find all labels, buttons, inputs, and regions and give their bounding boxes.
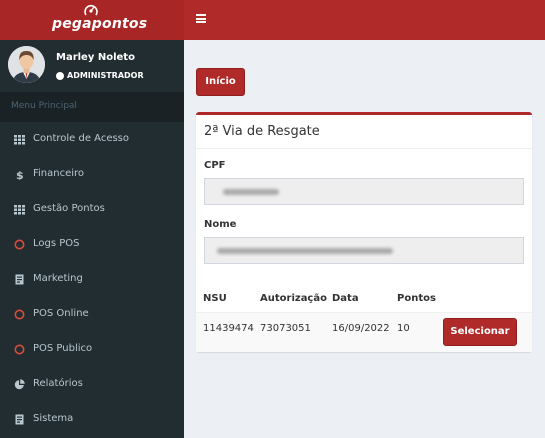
grid-icon [14, 135, 25, 145]
select-button[interactable]: Selecionar [443, 318, 517, 346]
logo-icon [84, 4, 98, 16]
resgate-box: 2ª Via de Resgate CPF Nome NSU Autorizaç… [196, 112, 532, 352]
circle-outline-icon [14, 309, 25, 320]
cell-pontos: 10 [397, 323, 410, 334]
sidebar-item-pos-publico[interactable]: POS Publico [0, 332, 184, 367]
logo[interactable]: pegapontos [0, 0, 184, 40]
sidebar-item-label: Logs POS [33, 238, 80, 249]
sidebar-item-label: POS Online [33, 308, 89, 319]
box-title: 2ª Via de Resgate [204, 124, 320, 139]
pie-chart-icon [14, 379, 25, 390]
document-icon [15, 274, 24, 285]
sidebar-item-logs-pos[interactable]: Logs POS [0, 227, 184, 262]
cell-nsu: 11439474 [203, 323, 254, 334]
nome-field[interactable] [204, 237, 524, 264]
circle-outline-icon [14, 239, 25, 250]
cell-autorizacao: 73073051 [260, 323, 311, 334]
user-role: ADMINISTRADOR [67, 71, 144, 80]
sidebar-toggle-icon[interactable] [196, 14, 206, 23]
column-header-data: Data [332, 293, 359, 304]
cell-data: 16/09/2022 [332, 323, 390, 334]
grid-icon [14, 205, 25, 215]
user-panel: Marley Noleto ADMINISTRADOR [0, 40, 184, 92]
column-header-pontos: Pontos [397, 293, 436, 304]
sidebar-item-sistema[interactable]: Sistema [0, 402, 184, 437]
document-icon [15, 414, 24, 425]
sidebar-item-gestao-pontos[interactable]: Gestão Pontos [0, 192, 184, 227]
dollar-icon: $ [16, 169, 24, 180]
nome-label: Nome [204, 219, 237, 230]
cpf-label: CPF [204, 160, 226, 171]
sidebar-item-controle-de-acesso[interactable]: Controle de Acesso [0, 122, 184, 157]
sidebar-item-marketing[interactable]: Marketing [0, 262, 184, 297]
circle-outline-icon [14, 344, 25, 355]
column-header-nsu: NSU [203, 293, 227, 304]
sidebar: Marley Noleto ADMINISTRADOR Menu Princip… [0, 40, 184, 438]
sidebar-item-label: Controle de Acesso [33, 133, 130, 144]
cpf-field[interactable] [204, 178, 524, 205]
sidebar-item-label: Marketing [33, 273, 83, 284]
sidebar-item-pos-online[interactable]: POS Online [0, 297, 184, 332]
sidebar-item-label: POS Publico [33, 343, 93, 354]
sidebar-item-relatorios[interactable]: Relatórios [0, 367, 184, 402]
sidebar-item-label: Relatórios [33, 378, 83, 389]
sidebar-item-label: Sistema [33, 413, 74, 424]
avatar [8, 46, 45, 83]
online-status-icon [56, 72, 64, 80]
sidebar-item-label: Financeiro [33, 168, 85, 179]
logo-text: pegapontos [52, 16, 148, 32]
divider [196, 148, 532, 149]
home-button[interactable]: Início [196, 68, 245, 96]
column-header-autorizacao: Autorização [260, 293, 327, 304]
svg-text:$: $ [16, 169, 24, 180]
top-navbar: pegapontos [0, 0, 545, 40]
menu-section-header: Menu Principal [0, 92, 184, 122]
user-name: Marley Noleto [56, 52, 135, 63]
sidebar-item-financeiro[interactable]: $ Financeiro [0, 157, 184, 192]
sidebar-item-label: Gestão Pontos [33, 203, 105, 214]
